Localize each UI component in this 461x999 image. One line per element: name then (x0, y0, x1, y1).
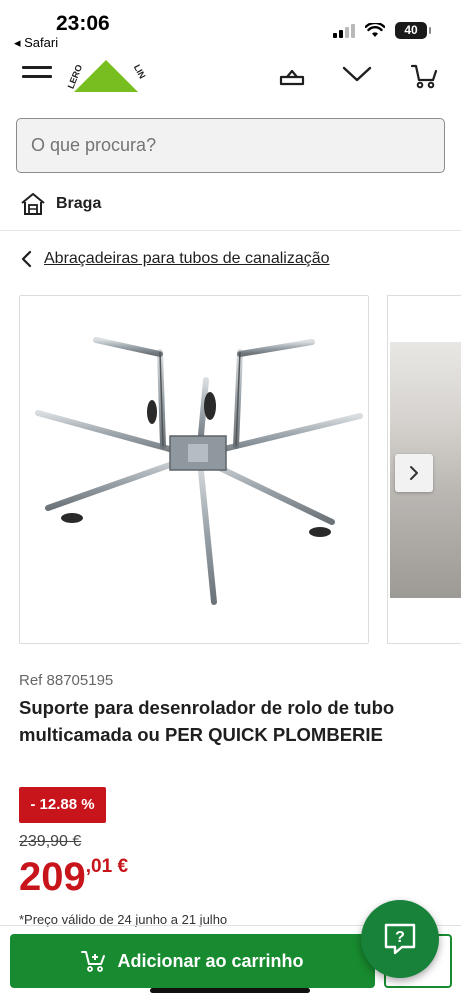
back-to-safari-link[interactable]: ◂ Safari (14, 35, 58, 51)
battery-icon: 40 (395, 22, 431, 39)
status-bar: 23:06 ◂ Safari 40 (0, 0, 461, 56)
cart-plus-icon (81, 951, 106, 972)
help-chat-button[interactable]: ? (361, 900, 439, 978)
svg-text:?: ? (395, 929, 405, 946)
site-header: LERO LIN (0, 56, 461, 106)
cellular-signal-icon (333, 23, 355, 38)
chevron-down-icon[interactable] (342, 66, 372, 84)
account-icon[interactable] (278, 62, 306, 88)
old-price: 239,90 € (19, 833, 82, 850)
breadcrumb-link[interactable]: Abraçadeiras para tubos de canalização (44, 250, 330, 268)
divider (0, 230, 461, 231)
wifi-icon (365, 23, 385, 37)
product-title: Suporte para desenrolador de rolo de tub… (19, 697, 395, 745)
store-name: Braga (56, 195, 102, 212)
gallery-next-button[interactable] (395, 454, 433, 492)
help-chat-icon: ? (384, 923, 416, 955)
discount-badge: - 12.88 % (19, 787, 106, 823)
breadcrumb[interactable]: Abraçadeiras para tubos de canalização (20, 250, 330, 268)
add-to-cart-button[interactable]: Adicionar ao carrinho (10, 934, 375, 988)
status-time: 23:06 (56, 12, 110, 35)
leroy-merlin-logo[interactable]: LERO LIN (66, 56, 146, 96)
product-image[interactable] (19, 295, 369, 644)
price-integer: 209 (19, 855, 86, 899)
add-to-cart-label: Adicionar ao carrinho (117, 950, 304, 971)
product-reference: Ref 88705195 (19, 672, 114, 689)
chevron-right-icon (410, 466, 418, 480)
svg-text:LIN: LIN (132, 63, 146, 80)
current-price: 209,01 € (19, 855, 128, 900)
store-icon (21, 193, 45, 215)
search-box[interactable] (16, 118, 445, 173)
store-selector[interactable]: Braga (20, 192, 101, 216)
chevron-left-icon (21, 250, 32, 268)
home-indicator (150, 988, 310, 993)
product-photo (35, 337, 363, 605)
hamburger-menu-icon[interactable] (22, 66, 52, 82)
status-indicators: 40 (333, 22, 431, 39)
cart-icon[interactable] (410, 62, 438, 90)
price-decimal: ,01 € (85, 856, 129, 877)
search-input[interactable] (17, 119, 444, 172)
